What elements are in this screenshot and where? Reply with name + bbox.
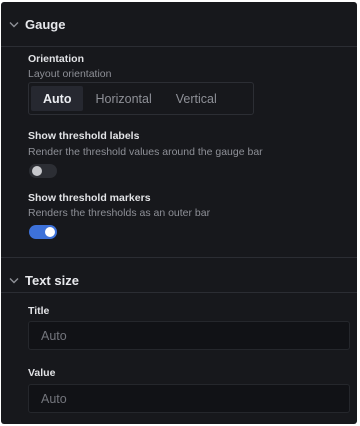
orientation-radio-group: Auto Horizontal Vertical xyxy=(28,82,254,115)
threshold-markers-toggle[interactable] xyxy=(29,225,57,239)
text-size-section-title: Text size xyxy=(25,272,79,288)
toggle-knob xyxy=(45,227,55,237)
gauge-section-title: Gauge xyxy=(25,16,66,32)
orientation-description: Layout orientation xyxy=(28,68,112,80)
threshold-labels-label: Show threshold labels xyxy=(28,130,140,142)
value-field-label: Value xyxy=(28,367,56,379)
chevron-down-icon xyxy=(3,21,25,28)
title-size-input[interactable] xyxy=(28,321,350,350)
threshold-labels-description: Render the threshold values around the g… xyxy=(28,146,263,158)
orientation-option-horizontal[interactable]: Horizontal xyxy=(83,86,163,111)
threshold-labels-toggle[interactable] xyxy=(29,164,57,178)
title-field-label: Title xyxy=(28,305,50,317)
threshold-markers-description: Renders the thresholds as an outer bar xyxy=(28,207,211,219)
orientation-label: Orientation xyxy=(28,53,85,65)
text-size-section-header[interactable]: Text size xyxy=(1,258,357,302)
value-size-input[interactable] xyxy=(28,384,350,413)
gauge-section-header[interactable]: Gauge xyxy=(1,2,357,46)
toggle-knob xyxy=(32,166,42,176)
chevron-down-icon xyxy=(3,277,25,284)
threshold-markers-label: Show threshold markers xyxy=(28,192,151,204)
orientation-option-vertical[interactable]: Vertical xyxy=(164,86,229,111)
section-divider xyxy=(1,46,357,47)
section-divider xyxy=(1,292,357,293)
orientation-option-auto[interactable]: Auto xyxy=(31,86,84,111)
options-panel: Gauge Orientation Layout orientation Aut… xyxy=(1,2,357,424)
